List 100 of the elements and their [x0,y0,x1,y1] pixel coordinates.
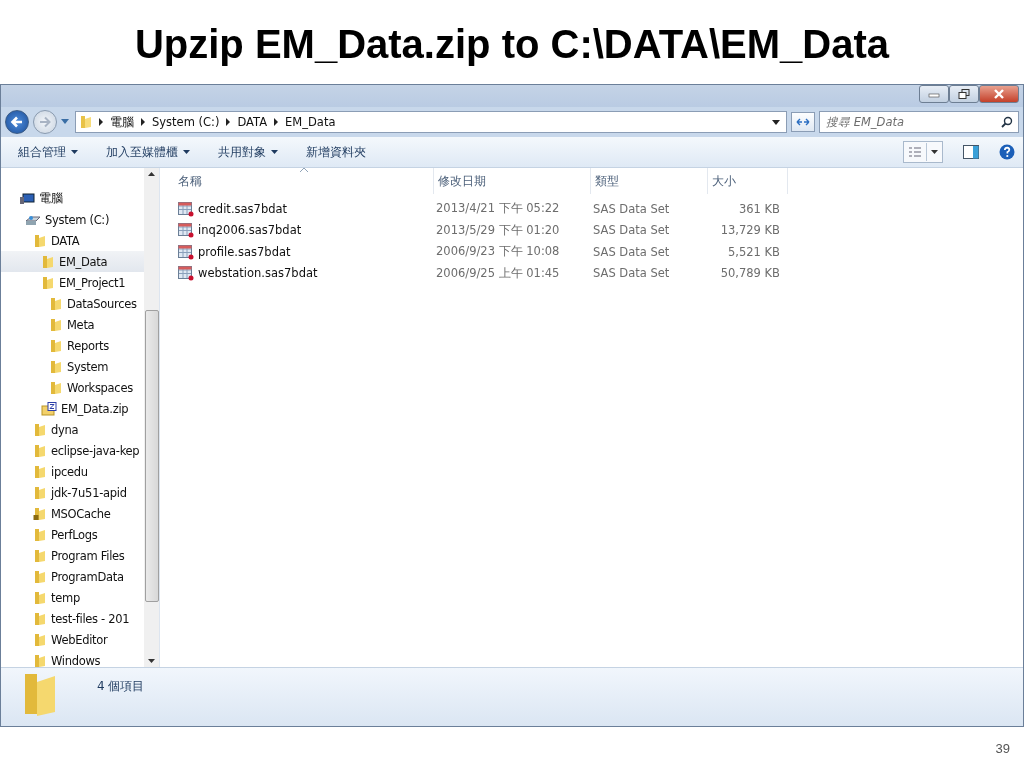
back-button[interactable] [5,110,29,134]
minimize-button[interactable] [919,85,949,103]
dropdown-caret-icon[interactable] [772,119,780,125]
folder-icon [33,422,47,437]
size-cell-text: 13,729 KB [719,223,781,238]
tree-item[interactable]: System (C:) [1,209,144,230]
tree-item[interactable]: Program Files [1,545,144,566]
tree-item[interactable]: DATA [1,230,144,251]
breadcrumb[interactable]: DATA [237,115,268,129]
type-cell-text: SAS Data Set [592,266,671,281]
minimize-icon [928,90,940,98]
page-number: 39 [994,740,1011,756]
close-icon [993,89,1005,99]
scroll-down-icon[interactable] [148,659,155,663]
scrollbar[interactable] [144,168,159,667]
tree-item[interactable]: MSOCache [1,503,144,524]
close-button[interactable] [979,85,1019,103]
folder-icon [33,590,47,605]
toolbar-button[interactable]: 組合管理 [11,141,85,163]
tree-item[interactable]: temp [1,587,144,608]
help-icon[interactable] [999,144,1015,160]
tree-item[interactable]: EM_Data [1,251,144,272]
folder-icon [33,653,47,667]
folder-icon [41,275,55,290]
file-name-cell[interactable]: profile.sas7bdat [174,243,432,260]
locked-folder-icon [33,506,47,521]
restore-button[interactable] [949,85,979,103]
scroll-up-icon[interactable] [148,172,155,176]
data-table-icon [178,243,194,260]
details-view-icon [908,146,922,158]
tree-item[interactable]: ipcedu [1,461,144,482]
tree-item[interactable]: test-files - 201 [1,608,144,629]
data-table-icon [178,222,194,239]
breadcrumb[interactable]: System (C:) [152,115,220,129]
toolbar-button[interactable]: 新增資料夾 [299,141,373,163]
breadcrumb-arrow-icon[interactable] [273,118,280,126]
type-cell-text: SAS Data Set [592,244,671,259]
column-header[interactable]: 類型 [591,168,708,194]
slide-title: Upzip EM_Data.zip to C:\DATA\EM_Data [134,21,890,68]
file-name-cell[interactable]: inq2006.sas7bdat [174,222,432,239]
data-table-icon [178,265,194,282]
tree-item[interactable]: jdk-7u51-apid [1,482,144,503]
folder-icon [80,115,92,129]
search-icon[interactable] [1001,116,1013,128]
type-cell-text: SAS Data Set [592,201,671,216]
column-header[interactable]: 修改日期 [434,168,591,194]
tree-item[interactable]: ProgramData [1,566,144,587]
size-cell-text: 5,521 KB [727,244,781,259]
folder-icon [33,233,47,248]
tree-item[interactable]: PerfLogs [1,524,144,545]
tree-item[interactable]: dyna [1,419,144,440]
tree-item[interactable]: EM_Project1 [1,272,144,293]
caret-icon [71,150,78,154]
tree-item[interactable]: Reports [1,335,144,356]
preview-pane-icon[interactable] [963,145,979,159]
computer-icon [19,192,35,205]
breadcrumb-arrow-icon[interactable] [225,118,232,126]
folder-icon [49,296,63,311]
address-bar[interactable]: 電腦 System (C:) DATA EM_Data [75,111,787,133]
file-name-cell[interactable]: webstation.sas7bdat [174,265,432,282]
caret-icon [183,150,190,154]
folder-icon [41,254,55,269]
folder-icon [33,632,47,647]
tree-item[interactable]: System [1,356,144,377]
date-cell-text: 2006/9/23 下午 10:08 [435,244,561,260]
tree-item[interactable]: Meta [1,314,144,335]
breadcrumb-arrow-icon[interactable] [98,118,104,126]
data-table-icon [178,200,194,217]
folder-icon [49,317,63,332]
size-cell-text: 361 KB [737,201,781,216]
zip-file-icon [41,401,57,416]
double-arrow-icon [796,117,810,127]
breadcrumb-arrow-icon[interactable] [140,118,146,126]
column-header[interactable]: 大小 [708,168,788,194]
folder-icon [33,569,47,584]
breadcrumb[interactable]: 電腦 [110,114,134,130]
tree-item[interactable]: eclipse-java-kep [1,440,144,461]
folder-icon [33,611,47,626]
column-header[interactable]: 名稱 [174,168,434,194]
search-field[interactable]: 搜尋 EM_Data [819,111,1019,133]
date-cell-text: 2013/4/21 下午 05:22 [435,201,561,217]
drive-icon [25,213,41,226]
restore-icon [958,89,970,99]
tree-item[interactable]: 電腦 [1,188,144,209]
tree-item[interactable]: Workspaces [1,377,144,398]
tree-item[interactable]: EM_Data.zip [1,398,144,419]
folder-icon [33,464,47,479]
folder-icon [49,380,63,395]
folder-icon [33,527,47,542]
file-name-cell[interactable]: credit.sas7bdat [174,200,432,217]
caret-icon [931,150,938,154]
tree-item[interactable]: DataSources [1,293,144,314]
folder-icon [33,548,47,563]
tree-item[interactable]: WebEditor [1,629,144,650]
toolbar-button[interactable]: 加入至媒體櫃 [99,141,197,163]
tree-item[interactable]: Windows [1,650,144,667]
breadcrumb[interactable]: EM_Data [285,115,336,129]
refresh-button[interactable] [791,112,815,132]
history-dropdown-icon[interactable] [61,119,69,125]
toolbar-button[interactable]: 共用對象 [211,141,285,163]
